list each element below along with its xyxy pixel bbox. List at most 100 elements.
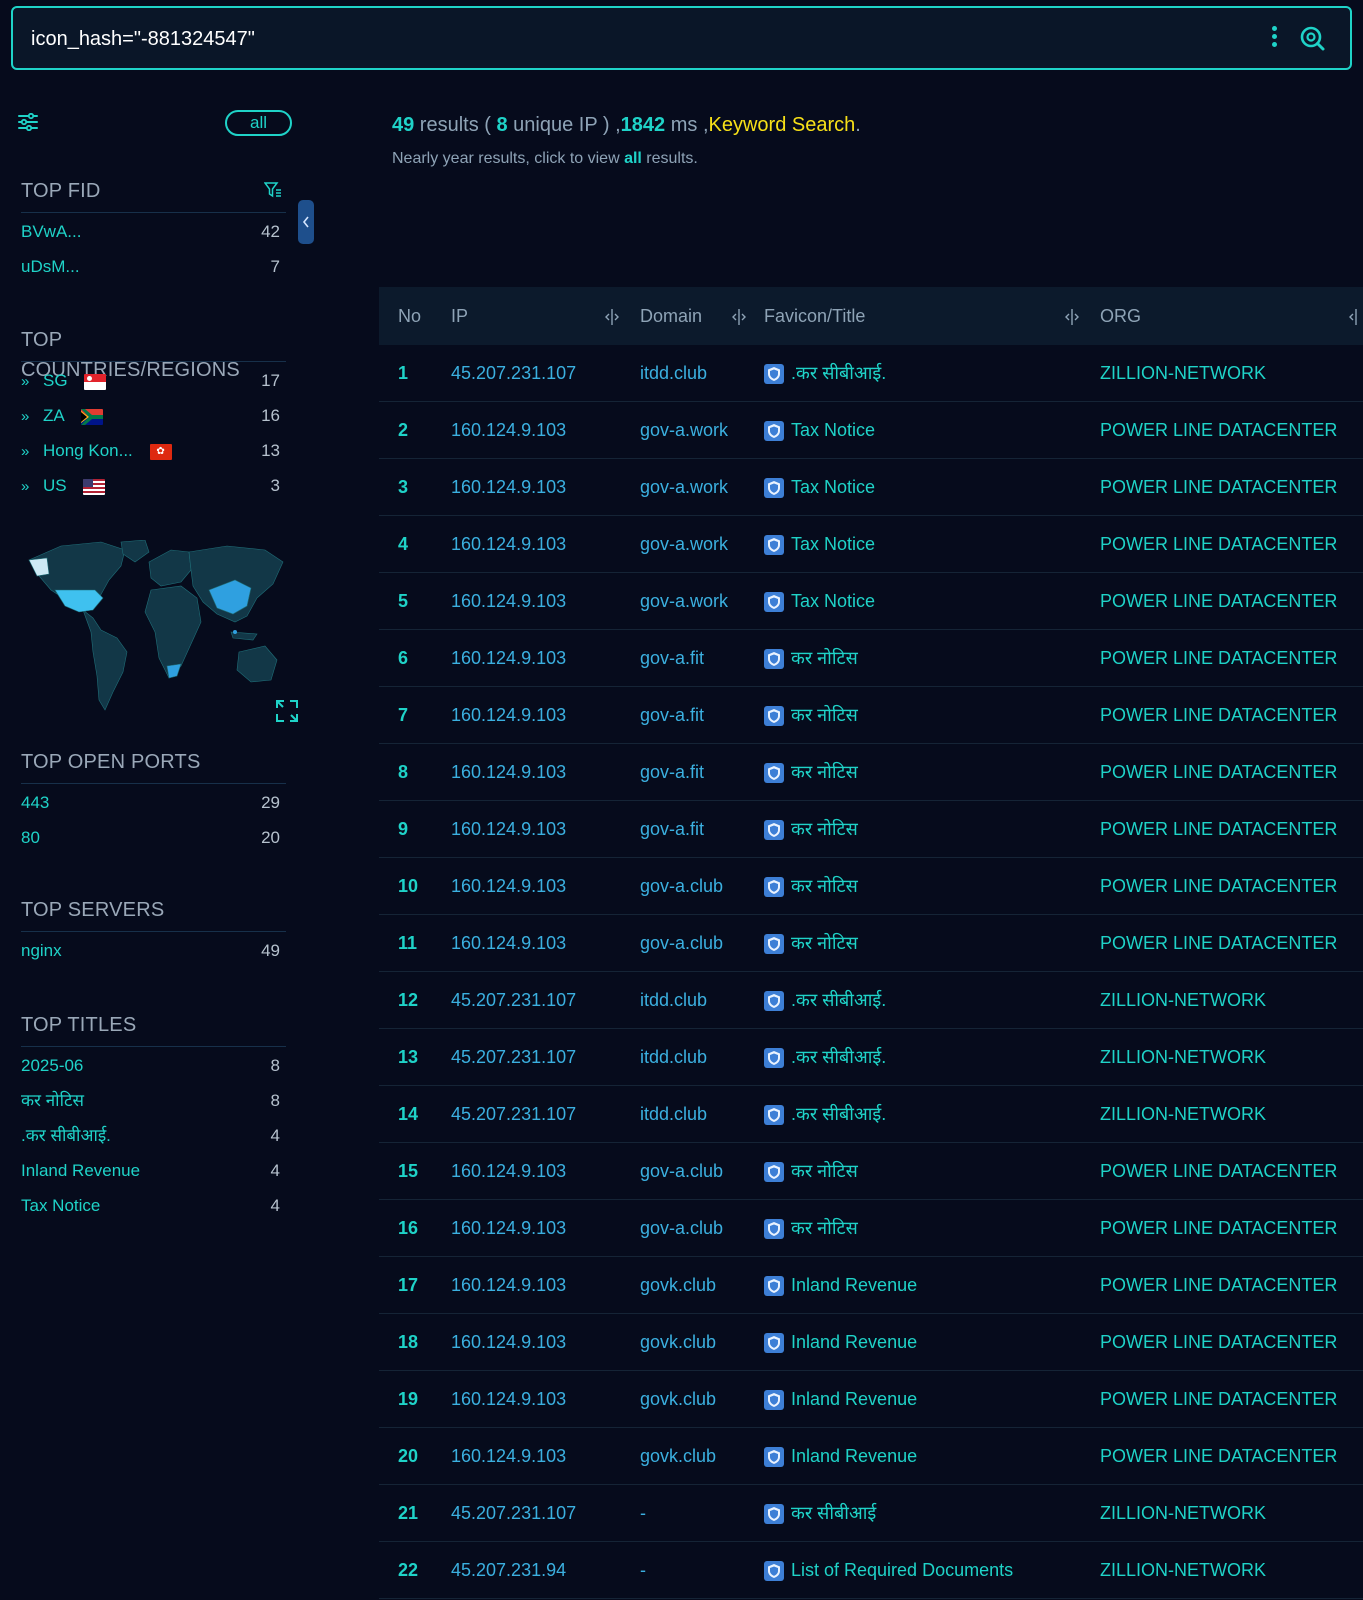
table-row[interactable]: 19 160.124.9.103 govk.club Inland Revenue PO… bbox=[379, 1371, 1363, 1428]
col-org-header[interactable]: ORG bbox=[1100, 287, 1141, 345]
ip-link[interactable]: 160.124.9.103 bbox=[451, 1200, 566, 1256]
domain-link[interactable]: gov-a.club bbox=[640, 1143, 723, 1199]
domain-link[interactable]: itdd.club bbox=[640, 972, 707, 1028]
ip-link[interactable]: 45.207.231.107 bbox=[451, 345, 576, 401]
domain-link[interactable]: govk.club bbox=[640, 1428, 716, 1484]
domain-link[interactable]: gov-a.work bbox=[640, 516, 728, 572]
ip-link[interactable]: 160.124.9.103 bbox=[451, 630, 566, 686]
page-title-link[interactable]: Tax Notice bbox=[791, 459, 875, 515]
ip-link[interactable]: 160.124.9.103 bbox=[451, 1428, 566, 1484]
ip-link[interactable]: 45.207.231.107 bbox=[451, 1086, 576, 1142]
org-link[interactable]: POWER LINE DATACENTER bbox=[1100, 858, 1337, 914]
page-title-link[interactable]: .कर सीबीआई. bbox=[791, 1086, 886, 1142]
domain-link[interactable]: gov-a.fit bbox=[640, 687, 704, 743]
domain-link[interactable]: - bbox=[640, 1542, 646, 1598]
domain-link[interactable]: gov-a.work bbox=[640, 573, 728, 629]
col-title-header[interactable]: Favicon/Title bbox=[764, 287, 865, 345]
org-link[interactable]: POWER LINE DATACENTER bbox=[1100, 1428, 1337, 1484]
page-title-link[interactable]: .कर सीबीआई. bbox=[791, 1029, 886, 1085]
list-item[interactable]: कर नोटिस 8 bbox=[21, 1083, 286, 1118]
collapse-sidebar-button[interactable] bbox=[298, 200, 314, 244]
org-link[interactable]: POWER LINE DATACENTER bbox=[1100, 1314, 1337, 1370]
org-link[interactable]: POWER LINE DATACENTER bbox=[1100, 573, 1337, 629]
list-item[interactable]: uDsM... 7 bbox=[21, 249, 286, 284]
page-title-link[interactable]: कर नोटिस bbox=[791, 630, 858, 686]
column-resize-icon[interactable] bbox=[1349, 309, 1363, 325]
org-link[interactable]: POWER LINE DATACENTER bbox=[1100, 630, 1337, 686]
page-title-link[interactable]: कर सीबीआई bbox=[791, 1485, 876, 1541]
all-filter-button[interactable]: all bbox=[225, 110, 292, 136]
ip-link[interactable]: 160.124.9.103 bbox=[451, 1143, 566, 1199]
ip-link[interactable]: 45.207.231.107 bbox=[451, 1029, 576, 1085]
page-title-link[interactable]: Inland Revenue bbox=[791, 1428, 917, 1484]
ip-link[interactable]: 160.124.9.103 bbox=[451, 459, 566, 515]
ip-link[interactable]: 160.124.9.103 bbox=[451, 402, 566, 458]
domain-link[interactable]: gov-a.fit bbox=[640, 744, 704, 800]
list-item[interactable]: 80 20 bbox=[21, 820, 286, 855]
page-title-link[interactable]: कर नोटिस bbox=[791, 801, 858, 857]
list-item[interactable]: nginx 49 bbox=[21, 933, 286, 968]
search-input[interactable] bbox=[29, 8, 1233, 70]
page-title-link[interactable]: कर नोटिस bbox=[791, 744, 858, 800]
table-row[interactable]: 3 160.124.9.103 gov-a.work Tax Notice POWER … bbox=[379, 459, 1363, 516]
item-label[interactable]: 2025-06 bbox=[21, 1056, 83, 1075]
org-link[interactable]: ZILLION-NETWORK bbox=[1100, 345, 1266, 401]
page-title-link[interactable]: Inland Revenue bbox=[791, 1257, 917, 1313]
list-item[interactable]: » US 3 bbox=[21, 468, 286, 503]
domain-link[interactable]: gov-a.club bbox=[640, 915, 723, 971]
table-row[interactable]: 9 160.124.9.103 gov-a.fit कर नोटिस POWER LIN… bbox=[379, 801, 1363, 858]
domain-link[interactable]: govk.club bbox=[640, 1257, 716, 1313]
item-label[interactable]: 80 bbox=[21, 828, 40, 847]
org-link[interactable]: ZILLION-NETWORK bbox=[1100, 1086, 1266, 1142]
item-label[interactable]: BVwA... bbox=[21, 222, 81, 241]
table-row[interactable]: 10 160.124.9.103 gov-a.club कर नोटिस POWER L… bbox=[379, 858, 1363, 915]
item-label[interactable]: 443 bbox=[21, 793, 49, 812]
table-row[interactable]: 13 45.207.231.107 itdd.club .कर सीबीआई. ZILL… bbox=[379, 1029, 1363, 1086]
page-title-link[interactable]: Inland Revenue bbox=[791, 1314, 917, 1370]
list-item[interactable]: .कर सीबीआई. 4 bbox=[21, 1118, 286, 1153]
ip-link[interactable]: 160.124.9.103 bbox=[451, 516, 566, 572]
search-icon[interactable] bbox=[1298, 24, 1326, 52]
world-map[interactable] bbox=[21, 540, 289, 715]
domain-link[interactable]: gov-a.work bbox=[640, 459, 728, 515]
item-label[interactable]: nginx bbox=[21, 941, 62, 960]
item-label[interactable]: Hong Kon... bbox=[43, 441, 133, 460]
table-row[interactable]: 18 160.124.9.103 govk.club Inland Revenue PO… bbox=[379, 1314, 1363, 1371]
filter-sliders-icon[interactable] bbox=[18, 113, 38, 131]
org-link[interactable]: ZILLION-NETWORK bbox=[1100, 1485, 1266, 1541]
domain-link[interactable]: gov-a.club bbox=[640, 858, 723, 914]
ip-link[interactable]: 160.124.9.103 bbox=[451, 687, 566, 743]
page-title-link[interactable]: .कर सीबीआई. bbox=[791, 345, 886, 401]
page-title-link[interactable]: Tax Notice bbox=[791, 402, 875, 458]
col-domain-header[interactable]: Domain bbox=[640, 287, 702, 345]
ip-link[interactable]: 160.124.9.103 bbox=[451, 801, 566, 857]
org-link[interactable]: POWER LINE DATACENTER bbox=[1100, 687, 1337, 743]
list-item[interactable]: » Hong Kon... ✿ 13 bbox=[21, 433, 286, 468]
org-link[interactable]: ZILLION-NETWORK bbox=[1100, 1029, 1266, 1085]
ip-link[interactable]: 45.207.231.107 bbox=[451, 1485, 576, 1541]
table-row[interactable]: 2 160.124.9.103 gov-a.work Tax Notice POWER … bbox=[379, 402, 1363, 459]
list-item[interactable]: 443 29 bbox=[21, 785, 286, 820]
ip-link[interactable]: 160.124.9.103 bbox=[451, 573, 566, 629]
ip-link[interactable]: 160.124.9.103 bbox=[451, 915, 566, 971]
org-link[interactable]: POWER LINE DATACENTER bbox=[1100, 744, 1337, 800]
item-label[interactable]: ZA bbox=[43, 406, 64, 425]
ip-link[interactable]: 45.207.231.107 bbox=[451, 972, 576, 1028]
org-link[interactable]: ZILLION-NETWORK bbox=[1100, 972, 1266, 1028]
ip-link[interactable]: 45.207.231.94 bbox=[451, 1542, 566, 1598]
item-label[interactable]: कर नोटिस bbox=[21, 1091, 84, 1110]
list-item[interactable]: Tax Notice 4 bbox=[21, 1188, 286, 1223]
page-title-link[interactable]: Tax Notice bbox=[791, 573, 875, 629]
domain-link[interactable]: itdd.club bbox=[640, 345, 707, 401]
org-link[interactable]: POWER LINE DATACENTER bbox=[1100, 1143, 1337, 1199]
domain-link[interactable]: gov-a.fit bbox=[640, 630, 704, 686]
column-resize-icon[interactable] bbox=[1065, 309, 1079, 325]
page-title-link[interactable]: List of Required Documents bbox=[791, 1542, 1013, 1598]
table-row[interactable]: 22 45.207.231.94 - List of Required Documen… bbox=[379, 1542, 1363, 1599]
funnel-icon[interactable] bbox=[264, 182, 282, 198]
view-all-link[interactable]: all bbox=[624, 150, 642, 167]
org-link[interactable]: ZILLION-NETWORK bbox=[1100, 1542, 1266, 1598]
column-resize-icon[interactable] bbox=[605, 309, 619, 325]
domain-link[interactable]: gov-a.fit bbox=[640, 801, 704, 857]
domain-link[interactable]: - bbox=[640, 1485, 646, 1541]
